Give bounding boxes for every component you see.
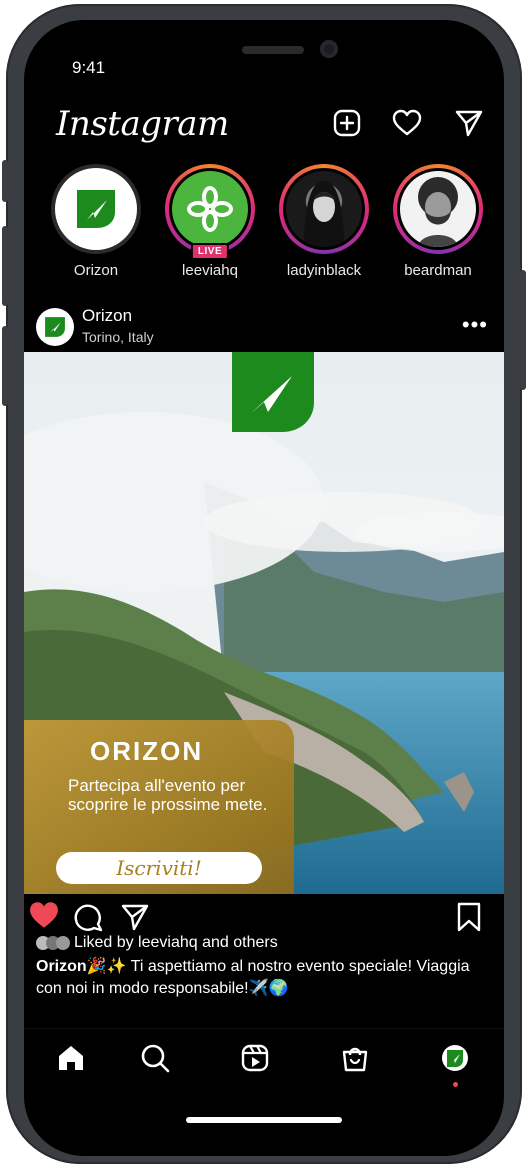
story-ring: LIVE (165, 164, 255, 260)
post-header: Orizon Torino, Italy ••• (24, 304, 504, 350)
story-beardman[interactable]: beardman (390, 164, 486, 279)
story-leeviahq[interactable]: LIVE leeviahq (162, 164, 258, 279)
reels-icon[interactable] (238, 1041, 272, 1075)
story-ladyinblack[interactable]: ladyinblack (276, 164, 372, 279)
man-avatar (400, 171, 476, 247)
home-indicator[interactable] (186, 1117, 342, 1123)
promo-tagline: Partecipa all'evento per scoprire le pro… (68, 776, 268, 814)
story-username: leeviahq (182, 262, 238, 279)
silent-switch (2, 160, 8, 202)
direct-message-icon[interactable] (454, 108, 484, 138)
promo-brand: ORIZON (90, 736, 204, 766)
liked-by-text: Liked by leeviahq and others (74, 934, 278, 951)
post-image[interactable]: ORIZON Partecipa all'evento per scoprire… (24, 352, 504, 894)
share-icon[interactable] (120, 902, 150, 937)
post-caption: Orizon🎉✨ Ti aspettiamo al nostro evento … (36, 956, 496, 1000)
story-ring (393, 164, 483, 254)
post-avatar[interactable] (36, 308, 74, 346)
add-post-icon[interactable] (332, 108, 362, 138)
clover-logo-icon (172, 171, 248, 247)
story-username: ladyinblack (286, 262, 362, 279)
post-location[interactable]: Torino, Italy (82, 329, 154, 345)
phone-frame: 9:41 Instagram Orizon LIVE leeviahq lady… (6, 4, 522, 1164)
volume-up-button (2, 226, 8, 306)
story-username: beardman (404, 262, 472, 279)
shop-icon[interactable] (338, 1041, 372, 1075)
story-orizon[interactable]: Orizon (48, 164, 144, 279)
heart-icon[interactable] (392, 108, 422, 138)
liker-avatars (36, 936, 70, 950)
notch (142, 20, 386, 80)
story-ring (51, 164, 141, 254)
bookmark-icon[interactable] (456, 902, 482, 937)
liked-by-row[interactable]: Liked by leeviahq and others (36, 934, 278, 952)
power-button (520, 270, 526, 390)
promo-cta-button[interactable]: Iscriviti! (56, 852, 262, 884)
speaker (242, 46, 304, 54)
post-actions (24, 898, 504, 938)
volume-down-button (2, 326, 8, 406)
post-username[interactable]: Orizon (82, 306, 132, 326)
notification-dot (453, 1082, 458, 1087)
story-ring (279, 164, 369, 254)
status-time: 9:41 (72, 58, 106, 77)
profile-icon[interactable] (438, 1041, 472, 1075)
like-heart-icon[interactable] (28, 900, 60, 935)
search-icon[interactable] (138, 1041, 172, 1075)
phone-screen: 9:41 Instagram Orizon LIVE leeviahq lady… (24, 20, 504, 1156)
badge-logo-icon (232, 352, 314, 432)
more-options-icon[interactable]: ••• (462, 312, 488, 338)
live-badge: LIVE (190, 243, 230, 260)
story-username: Orizon (73, 262, 119, 279)
caption-username[interactable]: Orizon (36, 958, 87, 975)
tab-bar (24, 1028, 504, 1089)
front-camera (320, 40, 338, 58)
woman-avatar (286, 171, 362, 247)
caption-text: 🎉✨ Ti aspettiamo al nostro evento specia… (36, 958, 470, 997)
app-logo: Instagram (56, 104, 229, 144)
orizon-logo-icon (55, 168, 137, 250)
home-icon[interactable] (54, 1041, 88, 1075)
comment-icon[interactable] (74, 902, 104, 937)
